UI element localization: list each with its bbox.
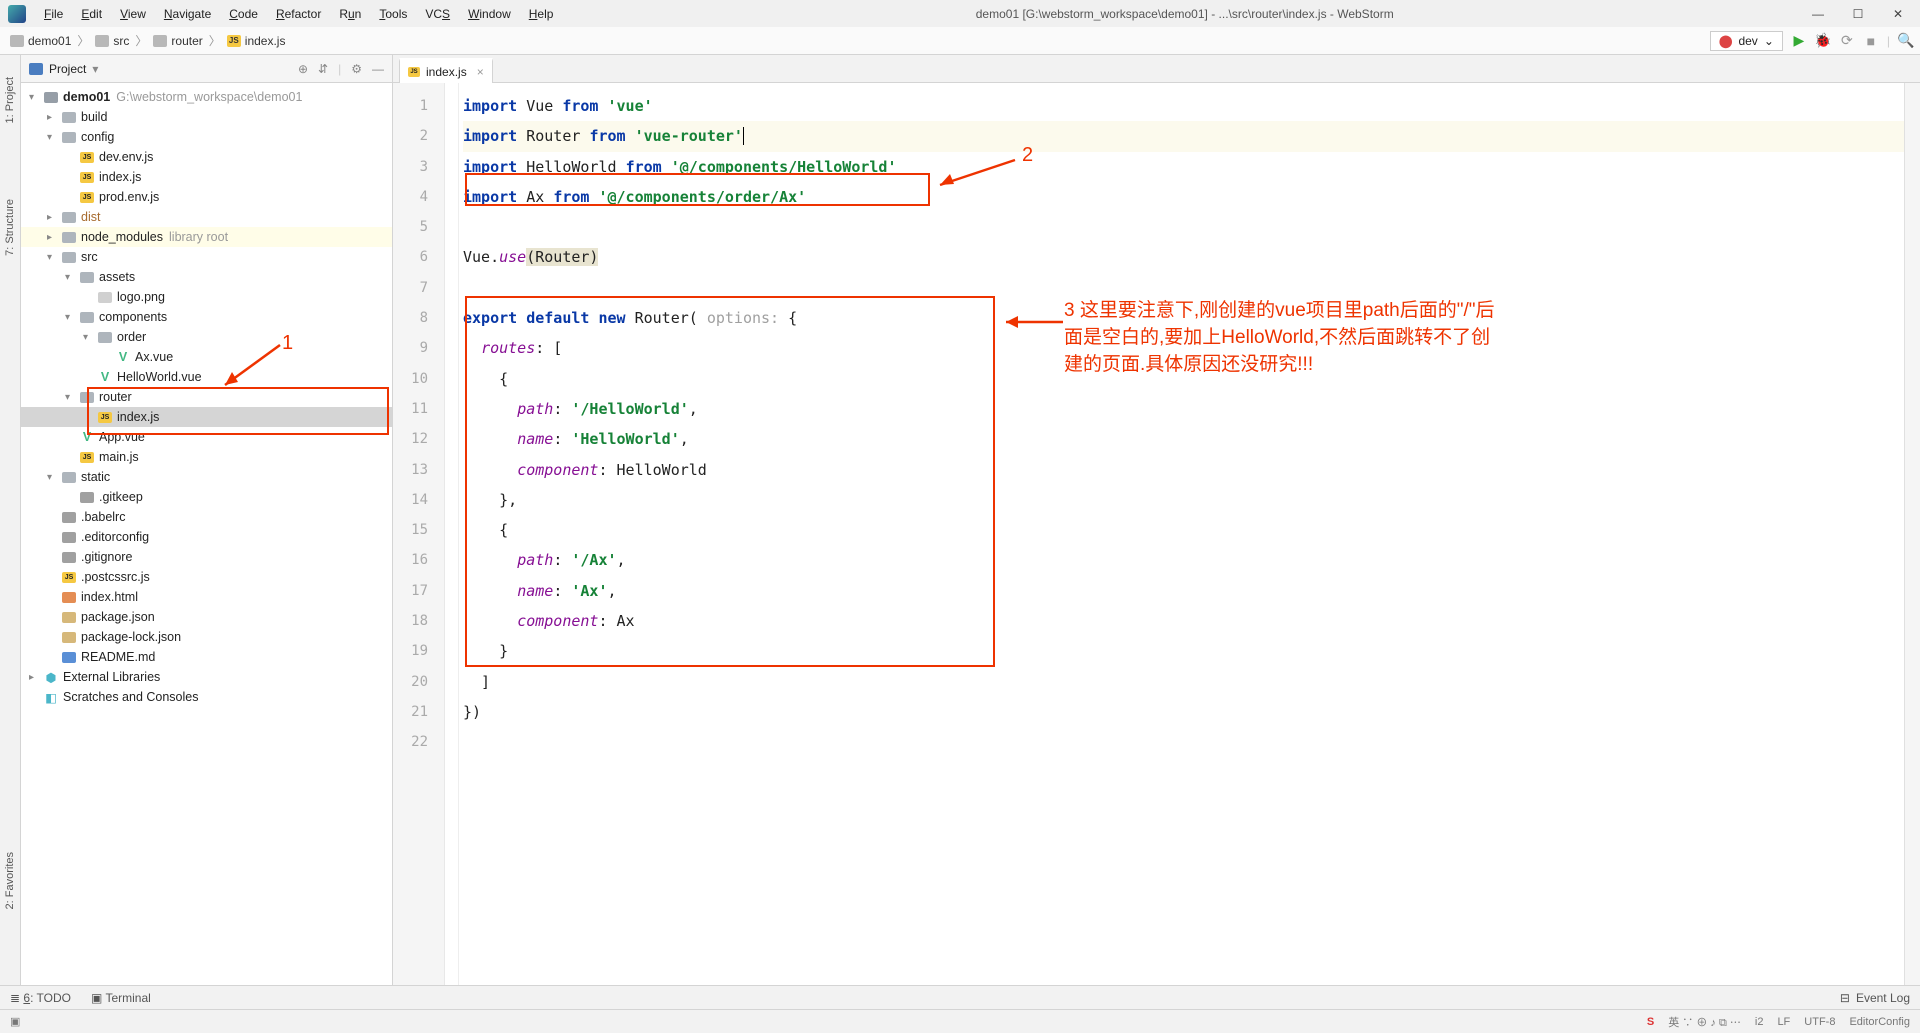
left-tool-strip: 1: Project 7: Structure 2: Favorites ▣ (0, 55, 21, 1009)
tree-static[interactable]: ▾static (21, 467, 392, 487)
tree-file[interactable]: JSmain.js (21, 447, 392, 467)
status-pos: i2 (1755, 1016, 1764, 1028)
crumb-file[interactable]: JSindex.js (223, 32, 290, 50)
editor: JSindex.js× 1234567891011121314151617181… (393, 55, 1920, 1009)
close-button[interactable]: ✕ (1888, 7, 1908, 21)
tree-src[interactable]: ▾src (21, 247, 392, 267)
crumb-router[interactable]: router (149, 32, 206, 50)
menu-vcs[interactable]: VCS (417, 4, 458, 24)
run-icon[interactable]: ▶ (1791, 33, 1807, 49)
menu-run[interactable]: Run (331, 4, 369, 24)
tree-components[interactable]: ▾components (21, 307, 392, 327)
tree-config[interactable]: ▾config (21, 127, 392, 147)
tree-file[interactable]: package-lock.json (21, 627, 392, 647)
tree-file[interactable]: package.json (21, 607, 392, 627)
window-title: demo01 [G:\webstorm_workspace\demo01] - … (561, 7, 1808, 21)
main-menu: File Edit View Navigate Code Refactor Ru… (36, 4, 561, 24)
menu-view[interactable]: View (112, 4, 154, 24)
error-stripe[interactable] (1904, 83, 1920, 1009)
tree-file[interactable]: VApp.vue (21, 427, 392, 447)
navigation-bar: demo01 〉 src 〉 router 〉 JSindex.js ⬤ dev… (0, 27, 1920, 55)
locate-icon[interactable]: ⊕ (298, 62, 308, 76)
bottom-tool-bar: ≣ 6: TODO ▣ Terminal (0, 985, 1920, 1009)
menu-window[interactable]: Window (460, 4, 519, 24)
tree-order[interactable]: ▾order (21, 327, 392, 347)
tool-project[interactable]: 1: Project (2, 69, 18, 131)
code-area[interactable]: import Vue from 'vue' import Router from… (459, 83, 1904, 1009)
status-bar: ▣ S 英 ∵ ⊕ ♪ ⧉ ⋯ i2 LF UTF-8 EditorConfig (0, 1009, 1920, 1033)
tree-dist[interactable]: ▸dist (21, 207, 392, 227)
titlebar: File Edit View Navigate Code Refactor Ru… (0, 0, 1920, 27)
tree-file[interactable]: .editorconfig (21, 527, 392, 547)
tree-file[interactable]: .gitkeep (21, 487, 392, 507)
project-icon (29, 63, 43, 75)
project-sidebar: Project ▾ ⊕ ⇵ | ⚙ — ▾demo01G:\webstorm_w… (21, 55, 393, 1009)
crumb-src[interactable]: src (91, 32, 133, 50)
app-icon (8, 5, 26, 23)
status-lf[interactable]: LF (1777, 1016, 1790, 1028)
status-gutter-icon[interactable]: ▣ (10, 1015, 20, 1028)
tool-todo[interactable]: ≣ 6: TODO (10, 991, 71, 1005)
menu-refactor[interactable]: Refactor (268, 4, 329, 24)
tree-external-libs[interactable]: ▸⬢External Libraries (21, 667, 392, 687)
minimize-button[interactable]: — (1808, 7, 1828, 21)
fold-gutter (445, 83, 459, 1009)
gear-icon[interactable]: ⚙ (351, 62, 362, 76)
menu-code[interactable]: Code (221, 4, 266, 24)
event-log[interactable]: ⊟ Event Log (1840, 991, 1910, 1005)
run-config-selector[interactable]: ⬤ dev ⌄ (1710, 31, 1783, 51)
tree-file[interactable]: JSdev.env.js (21, 147, 392, 167)
chevron-down-icon[interactable]: ▾ (92, 62, 98, 76)
sidebar-header: Project ▾ ⊕ ⇵ | ⚙ — (21, 55, 392, 83)
tree-file[interactable]: VAx.vue (21, 347, 392, 367)
tree-scratches[interactable]: ◧Scratches and Consoles (21, 687, 392, 707)
chevron-icon: 〉 (209, 32, 221, 49)
line-gutter: 12345678910111213141516171819202122 (393, 83, 445, 1009)
editor-tabs: JSindex.js× (393, 55, 1920, 83)
tool-structure[interactable]: 7: Structure (2, 191, 18, 264)
status-encoding[interactable]: UTF-8 (1804, 1016, 1835, 1028)
status-ime: S (1647, 1016, 1654, 1028)
menu-tools[interactable]: Tools (371, 4, 415, 24)
tree-file[interactable]: .gitignore (21, 547, 392, 567)
tree-file[interactable]: README.md (21, 647, 392, 667)
debug-icon[interactable]: 🐞 (1815, 33, 1831, 49)
maximize-button[interactable]: ☐ (1848, 7, 1868, 21)
menu-help[interactable]: Help (521, 4, 562, 24)
tool-favorites[interactable]: 2: Favorites (2, 844, 18, 917)
chevron-down-icon: ⌄ (1764, 34, 1774, 48)
tree-root[interactable]: ▾demo01G:\webstorm_workspace\demo01 (21, 87, 392, 107)
tree-file[interactable]: JSindex.js (21, 167, 392, 187)
close-tab-icon[interactable]: × (477, 65, 484, 79)
tree-file[interactable]: VHelloWorld.vue (21, 367, 392, 387)
tool-terminal[interactable]: ▣ Terminal (91, 991, 151, 1005)
tree-node-modules[interactable]: ▸node_moduleslibrary root (21, 227, 392, 247)
tree-file-selected[interactable]: JSindex.js (21, 407, 392, 427)
menu-file[interactable]: File (36, 4, 71, 24)
tree-assets[interactable]: ▾assets (21, 267, 392, 287)
tree-file[interactable]: .babelrc (21, 507, 392, 527)
menu-navigate[interactable]: Navigate (156, 4, 219, 24)
status-editorconfig[interactable]: EditorConfig (1849, 1016, 1910, 1028)
stop-icon[interactable]: ■ (1863, 33, 1879, 49)
run-coverage-icon[interactable]: ⟳ (1839, 33, 1855, 49)
tab-index-js[interactable]: JSindex.js× (399, 58, 493, 83)
tree-file[interactable]: JS.postcssrc.js (21, 567, 392, 587)
project-tree: ▾demo01G:\webstorm_workspace\demo01 ▸bui… (21, 83, 392, 1009)
status-ime-text: 英 ∵ ⊕ ♪ ⧉ ⋯ (1668, 1014, 1741, 1030)
chevron-icon: 〉 (77, 32, 89, 49)
chevron-icon: 〉 (135, 32, 147, 49)
tree-build[interactable]: ▸build (21, 107, 392, 127)
tree-router[interactable]: ▾router (21, 387, 392, 407)
expand-icon[interactable]: ⇵ (318, 62, 328, 76)
hide-icon[interactable]: — (372, 62, 384, 76)
run-config-label: dev (1738, 34, 1757, 48)
search-icon[interactable]: 🔍 (1898, 33, 1914, 49)
menu-edit[interactable]: Edit (73, 4, 110, 24)
crumb-project[interactable]: demo01 (6, 32, 75, 50)
tree-file[interactable]: logo.png (21, 287, 392, 307)
sidebar-title: Project (49, 62, 86, 76)
tree-file[interactable]: index.html (21, 587, 392, 607)
tree-file[interactable]: JSprod.env.js (21, 187, 392, 207)
